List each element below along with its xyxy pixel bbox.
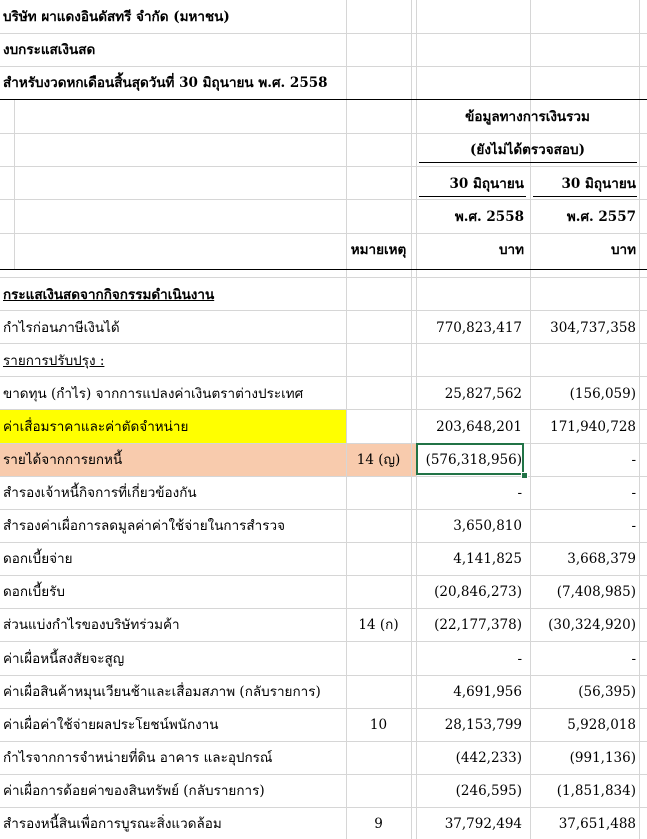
row-label: สำรองเจ้าหนี้กิจการที่เกี่ยวข้องกัน [3,485,197,501]
row-label: ส่วนแบ่งกำไรของบริษัทร่วมค้า [3,617,180,633]
gridline-h [0,575,647,576]
row-value-2557: 5,928,018 [567,717,636,733]
gridline-h [0,133,647,134]
gridline-v [14,100,15,270]
row-label: กำไรก่อนภาษีเงินได้ [3,320,120,336]
row-value-2557: - [631,452,636,468]
row-value-2557: 304,737,358 [550,320,636,336]
group-title: ข้อมูลทางการเงินรวม [465,109,590,125]
row-value-2557: (7,408,985) [556,584,636,600]
gridline-h [0,443,647,444]
col2-year: พ.ศ. 2557 [566,209,636,225]
row-label: รายได้จากการยกหนี้ [3,452,123,468]
row-label: ค่าเผื่อหนี้สงสัยจะสูญ [3,651,125,667]
company-name: บริษัท ผาแดงอินดัสทรี จำกัด (มหาชน) [3,9,230,25]
row-label: ค่าเผื่อค่าใช้จ่ายผลประโยชน์พนักงาน [3,717,219,733]
gridline-h [0,641,647,642]
row-value-2557: (156,059) [569,386,636,402]
gridline-v [639,0,640,839]
row-label: กำไรจากการจำหน่ายที่ดิน อาคาร และอุปกรณ์ [3,750,273,766]
note-header: หมายเหตุ [350,242,407,258]
gridline-h [0,807,647,808]
gridline-h [0,608,647,609]
row-note: 14 (ญ) [356,452,401,468]
row-note: 10 [369,717,388,733]
row-label: ดอกเบี้ยจ่าย [3,551,73,567]
row-value-2557: (56,395) [578,684,636,700]
row-label: ค่าเผื่อสินค้าหมุนเวียนช้าและเสื่อมสภาพ … [3,684,321,700]
gridline-h [0,741,647,742]
gridline-h [0,509,647,510]
header-underline [419,196,526,197]
gridline-h [0,708,647,709]
row-note: 9 [374,816,383,832]
row-value-2557: (991,136) [569,750,636,766]
gridline-h [0,343,647,344]
gridline-h [0,233,647,234]
gridline-h [0,774,647,775]
row-value-2557: 171,940,728 [550,419,636,435]
row-value-2558: - [517,485,522,501]
section-adjustments: รายการปรับปรุง : [3,353,105,369]
gridline-h [0,476,647,477]
row-label: ค่าเสื่อมราคาและค่าตัดจำหน่าย [3,419,189,435]
row-value-2557: 37,651,488 [558,816,636,832]
statement-title: งบกระแสเงินสด [3,42,96,58]
col1-year: พ.ศ. 2558 [454,209,524,225]
active-cell-selection[interactable] [416,443,524,475]
row-value-2558: 28,153,799 [444,717,522,733]
row-value-2557: (30,324,920) [548,617,636,633]
row-value-2558: (20,846,273) [434,584,522,600]
col2-unit: บาท [610,242,636,258]
fill-handle[interactable] [521,472,528,479]
row-value-2557: 3,668,379 [567,551,636,567]
gridline-h [0,376,647,377]
border-h [0,269,647,270]
gridline-h [0,409,647,410]
row-value-2558: 203,648,201 [436,419,522,435]
gridline-h [0,675,647,676]
group-subtitle: (ยังไม่ได้ตรวจสอบ) [470,142,585,158]
gridline-v [346,0,347,839]
col2-date: 30 มิถุนายน [561,176,636,192]
gridline-v [411,0,412,839]
gridline-h [0,33,647,34]
row-label: ขาดทุน (กำไร) จากการแปลงค่าเงินตราต่างปร… [3,386,304,402]
row-label: สำรองค่าเผื่อการลดมูลค่าค่าใช้จ่ายในการส… [3,518,285,534]
row-value-2557: (1,851,834) [556,783,636,799]
row-label: สำรองหนี้สินเพื่อการบูรณะสิ่งแวดล้อม [3,816,222,832]
row-value-2558: 4,141,825 [453,551,522,567]
gridline-h [0,277,647,278]
col1-unit: บาท [498,242,524,258]
row-value-2558: (22,177,378) [434,617,522,633]
header-underline [533,196,637,197]
section-operating: กระแสเงินสดจากกิจกรรมดำเนินงาน [3,287,215,303]
header-underline [419,162,637,163]
gridline-h [0,166,647,167]
row-value-2558: 3,650,810 [453,518,522,534]
gridline-h [0,310,647,311]
spreadsheet: บริษัท ผาแดงอินดัสทรี จำกัด (มหาชน) งบกร… [0,0,647,839]
border-h [0,99,647,100]
gridline-h [0,199,647,200]
row-note: 14 (ก) [358,617,399,633]
row-value-2558: 4,691,956 [453,684,522,700]
gridline-h [0,66,647,67]
period-title: สำหรับงวดหกเดือนสิ้นสุดวันที่ 30 มิถุนาย… [3,75,328,91]
col1-date: 30 มิถุนายน [449,176,524,192]
row-value-2557: - [631,518,636,534]
row-value-2558: (442,233) [455,750,522,766]
row-value-2558: 770,823,417 [436,320,522,336]
row-value-2558: - [517,651,522,667]
gridline-h [0,542,647,543]
row-value-2558: (246,595) [455,783,522,799]
row-label: ค่าเผื่อการด้อยค่าของสินทรัพย์ (กลับรายก… [3,783,265,799]
row-value-2558: 37,792,494 [444,816,522,832]
row-value-2557: - [631,485,636,501]
row-value-2557: - [631,651,636,667]
row-label: ดอกเบี้ยรับ [3,584,65,600]
row-value-2558: 25,827,562 [444,386,522,402]
